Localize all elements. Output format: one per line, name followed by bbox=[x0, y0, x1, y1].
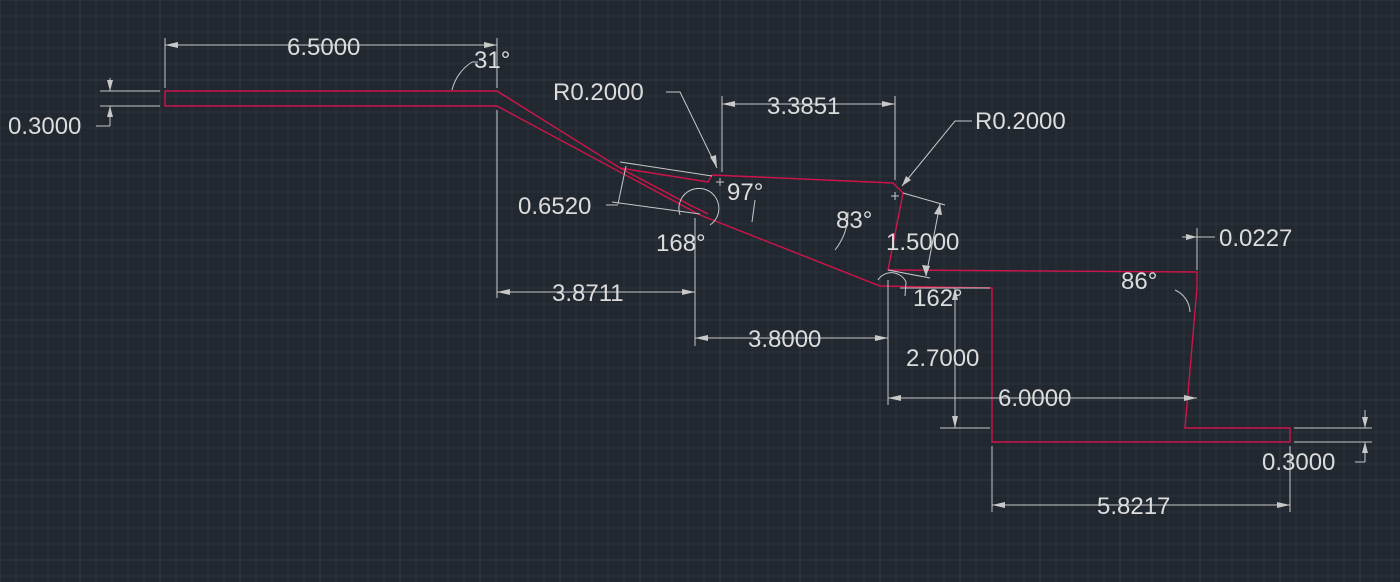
dim-top-span[interactable]: 3.3851 bbox=[767, 93, 840, 120]
dim-horizontal-3-8[interactable]: 3.8000 bbox=[748, 326, 821, 353]
dim-angle-83[interactable]: 83° bbox=[836, 207, 872, 234]
dim-angle-97[interactable]: 97° bbox=[727, 179, 763, 206]
dim-height-2-7[interactable]: 2.7000 bbox=[906, 345, 979, 372]
dim-offset-right[interactable]: 0.0227 bbox=[1219, 225, 1292, 252]
dim-horizontal-3-8711[interactable]: 3.8711 bbox=[552, 280, 624, 307]
dim-width-6[interactable]: 6.0000 bbox=[998, 385, 1071, 412]
dim-radius-upper-right[interactable]: R0.2000 bbox=[975, 108, 1066, 135]
dim-bend-angle-top[interactable]: 31° bbox=[474, 47, 510, 74]
dim-radius-upper-left[interactable]: R0.2000 bbox=[553, 79, 644, 106]
dim-angle-162[interactable]: 162° bbox=[913, 285, 963, 312]
dim-slot-width[interactable]: 0.6520 bbox=[518, 193, 591, 220]
grid-background bbox=[0, 0, 1400, 582]
dim-left-thickness[interactable]: 0.3000 bbox=[8, 113, 81, 140]
cad-drawing-canvas[interactable]: 6.5000 0.3000 31° R0.2000 3.3851 R0.2000… bbox=[0, 0, 1400, 582]
dim-angle-168[interactable]: 168° bbox=[656, 230, 706, 257]
dimension-lines bbox=[96, 38, 1372, 512]
dim-right-thickness[interactable]: 0.3000 bbox=[1262, 449, 1335, 476]
dim-angle-86[interactable]: 86° bbox=[1121, 268, 1157, 295]
dim-top-length[interactable]: 6.5000 bbox=[287, 34, 360, 61]
dim-height-1-5[interactable]: 1.5000 bbox=[886, 229, 959, 256]
dim-bottom-length[interactable]: 5.8217 bbox=[1097, 493, 1170, 520]
